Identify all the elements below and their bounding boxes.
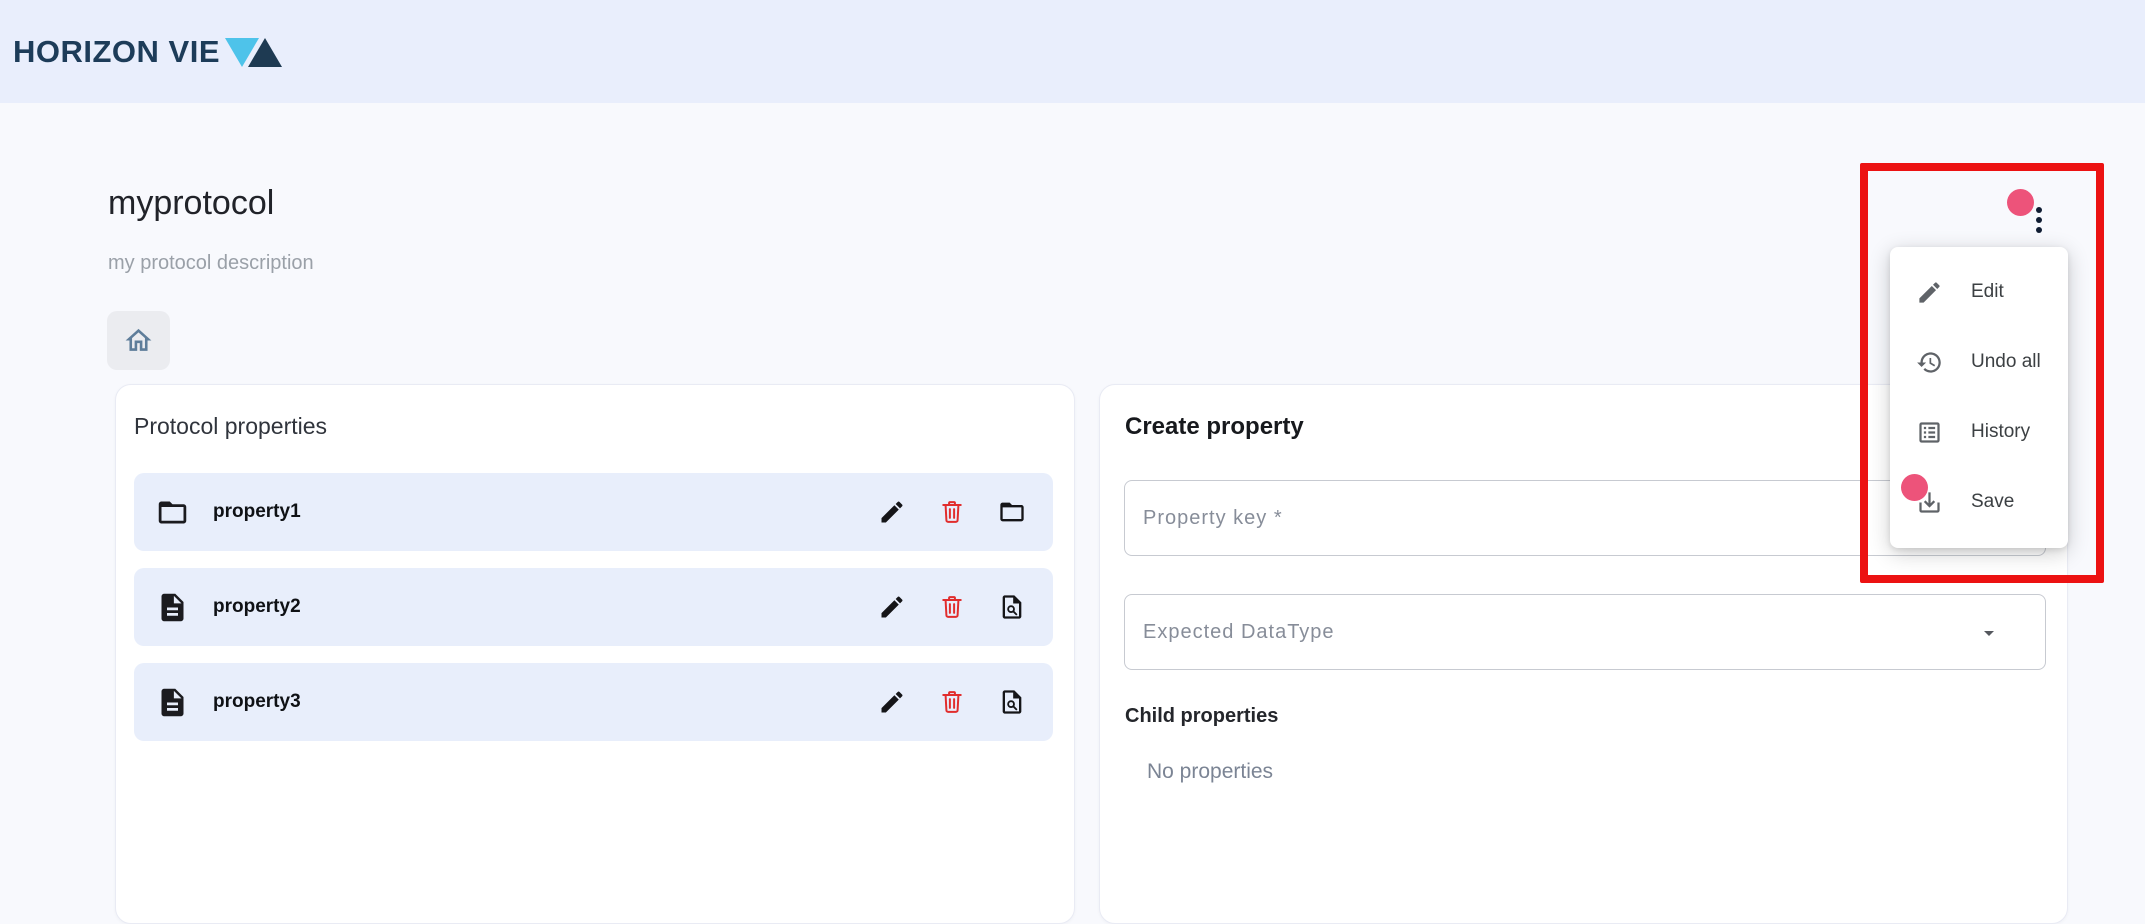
trash-icon xyxy=(938,498,966,526)
page-title: myprotocol xyxy=(108,184,274,223)
page-description: my protocol description xyxy=(108,252,314,275)
delete-property-button[interactable] xyxy=(937,592,967,622)
menu-item-save[interactable]: Save xyxy=(1890,467,2068,537)
property-row-3: property3 xyxy=(134,663,1053,741)
document-icon xyxy=(156,686,189,719)
property-name: property3 xyxy=(213,691,301,713)
protocol-properties-card: Protocol properties property1 xyxy=(115,384,1075,924)
kebab-menu-icon xyxy=(2036,205,2042,235)
app-logo: HORIZON VIE xyxy=(13,34,282,70)
no-properties-text: No properties xyxy=(1147,760,1273,784)
open-children-button[interactable] xyxy=(997,497,1027,527)
property-name: property2 xyxy=(213,596,301,618)
menu-item-label: Save xyxy=(1971,491,2014,513)
folder-icon xyxy=(998,498,1026,526)
menu-item-label: Edit xyxy=(1971,281,2004,303)
edit-property-button[interactable] xyxy=(877,497,907,527)
trash-icon xyxy=(938,593,966,621)
app-logo-text: HORIZON VIE xyxy=(13,34,220,70)
pencil-icon xyxy=(1916,279,1943,306)
preview-property-button[interactable] xyxy=(997,687,1027,717)
list-box-icon xyxy=(1916,419,1943,446)
chevron-down-icon xyxy=(1977,621,2001,650)
menu-item-label: History xyxy=(1971,421,2030,443)
pencil-icon xyxy=(878,498,906,526)
edit-property-button[interactable] xyxy=(877,687,907,717)
save-download-icon xyxy=(1916,489,1943,516)
pencil-icon xyxy=(878,688,906,716)
delete-property-button[interactable] xyxy=(937,497,967,527)
menu-item-label: Undo all xyxy=(1971,351,2041,373)
property-row-2: property2 xyxy=(134,568,1053,646)
preview-property-button[interactable] xyxy=(997,592,1027,622)
folder-icon xyxy=(156,496,189,529)
more-options-button[interactable] xyxy=(2026,198,2052,242)
datatype-select-label: Expected DataType xyxy=(1143,621,1335,644)
property-name: property1 xyxy=(213,501,301,523)
home-button[interactable] xyxy=(107,311,170,370)
property-row-1: property1 xyxy=(134,473,1053,551)
child-properties-label: Child properties xyxy=(1125,705,1278,728)
delete-property-button[interactable] xyxy=(937,687,967,717)
home-icon xyxy=(123,325,154,356)
trash-icon xyxy=(938,688,966,716)
restore-history-icon xyxy=(1916,349,1943,376)
create-property-title: Create property xyxy=(1125,413,1304,441)
property-list: property1 property2 xyxy=(134,473,1053,758)
protocol-properties-title: Protocol properties xyxy=(134,413,327,440)
context-menu: Edit Undo all History Save xyxy=(1890,247,2068,548)
app-header: HORIZON VIE xyxy=(0,0,2145,103)
menu-item-edit[interactable]: Edit xyxy=(1890,257,2068,327)
menu-item-undo-all[interactable]: Undo all xyxy=(1890,327,2068,397)
datatype-select[interactable]: Expected DataType xyxy=(1124,594,2046,670)
menu-item-history[interactable]: History xyxy=(1890,397,2068,467)
document-search-icon xyxy=(998,688,1026,716)
pencil-icon xyxy=(878,593,906,621)
logo-triangle-up-icon xyxy=(248,38,282,67)
document-icon xyxy=(156,591,189,624)
edit-property-button[interactable] xyxy=(877,592,907,622)
document-search-icon xyxy=(998,593,1026,621)
